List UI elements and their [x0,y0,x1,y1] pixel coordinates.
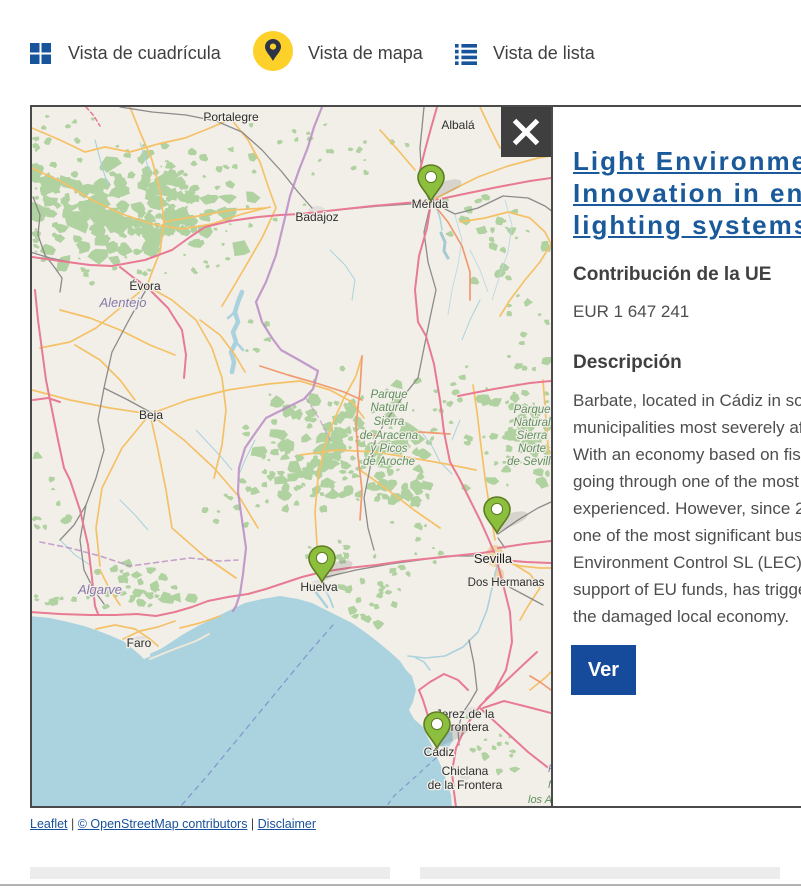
svg-text:M: M [548,779,551,791]
svg-text:de la Frontera: de la Frontera [428,778,503,792]
svg-text:Portalegre: Portalegre [203,110,259,124]
svg-text:de Aroche: de Aroche [363,456,415,468]
svg-text:y Picos: y Picos [369,443,407,455]
svg-text:de Aracena: de Aracena [360,430,418,442]
svg-text:Sierra: Sierra [374,416,405,428]
svg-text:Badajoz: Badajoz [295,210,338,224]
svg-text:P: P [548,763,551,775]
svg-text:Parque: Parque [513,404,550,416]
svg-text:Parque: Parque [370,389,407,401]
svg-text:Algarve: Algarve [77,582,122,597]
svg-text:de Sevilla: de Sevilla [507,456,551,468]
svg-text:Chiclana: Chiclana [442,764,489,778]
svg-text:Norte: Norte [518,443,546,455]
svg-text:Faro: Faro [127,636,152,650]
svg-text:Cádiz: Cádiz [424,745,455,759]
svg-text:Sevilla: Sevilla [474,551,513,566]
svg-text:Natural: Natural [370,402,408,414]
svg-text:Dos Hermanas: Dos Hermanas [468,577,545,589]
svg-text:Albalá: Albalá [441,118,475,132]
svg-text:Beja: Beja [139,408,163,422]
svg-text:Huelva: Huelva [300,580,338,594]
svg-text:los Al: los Al [528,794,551,806]
svg-text:Sierra: Sierra [517,430,548,442]
svg-text:Alentejo: Alentejo [99,295,147,310]
svg-text:Natural: Natural [513,417,551,429]
svg-text:Évora: Évora [129,278,161,293]
